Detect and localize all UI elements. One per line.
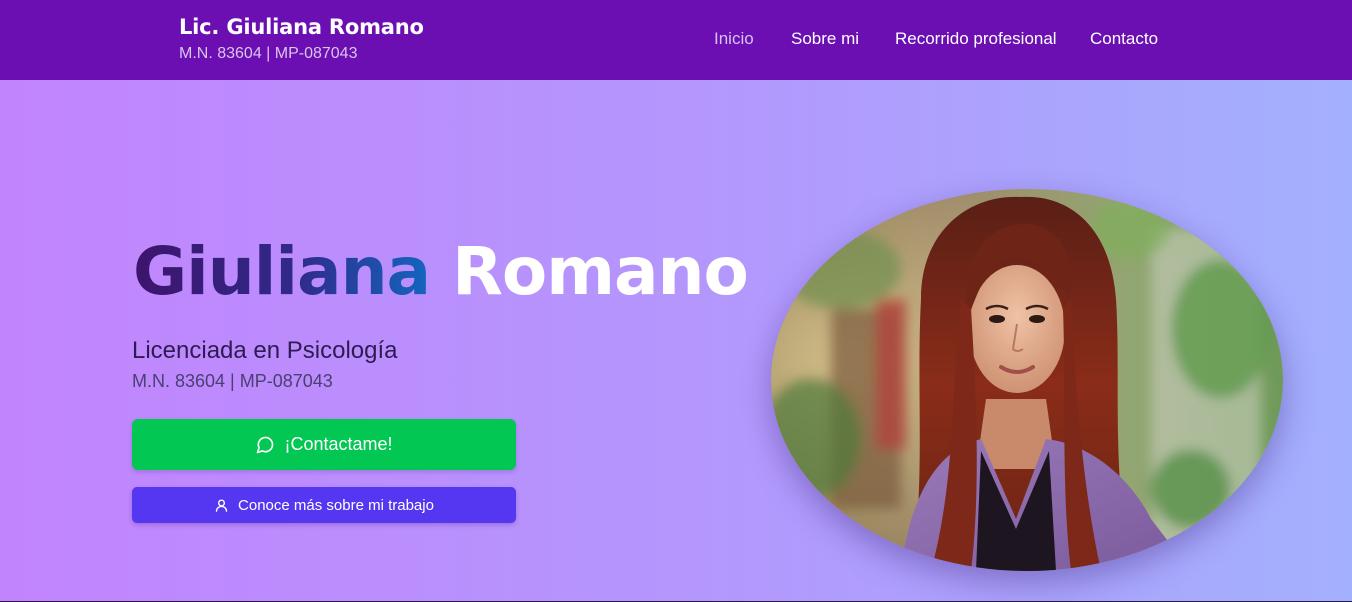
portrait-photo — [771, 189, 1283, 571]
hero-last-name: Romano — [452, 233, 749, 310]
hero-section: Giuliana Romano Licenciada en Psicología… — [0, 80, 1352, 601]
hero-title: Giuliana Romano — [133, 232, 749, 312]
contact-button-label: ¡Contactame! — [284, 434, 393, 454]
nav-links: Inicio Sobre mi Recorrido profesional Co… — [0, 28, 1352, 52]
hero-license: M.N. 83604 | MP-087043 — [132, 371, 333, 391]
hero-subtitle: Licenciada en Psicología — [132, 337, 398, 364]
nav-link-inicio[interactable]: Inicio — [714, 28, 754, 50]
nav-link-sobre-mi[interactable]: Sobre mi — [791, 28, 859, 50]
hero-first-name: Giuliana — [133, 233, 431, 310]
chat-bubble-icon — [255, 435, 275, 455]
work-button-label: Conoce más sobre mi trabajo — [238, 496, 434, 514]
work-button[interactable]: Conoce más sobre mi trabajo — [132, 487, 516, 523]
nav-link-contacto[interactable]: Contacto — [1090, 28, 1158, 50]
nav-link-recorrido-profesional[interactable]: Recorrido profesional — [895, 28, 1057, 50]
contact-button[interactable]: ¡Contactame! — [132, 419, 516, 470]
navbar: Lic. Giuliana Romano M.N. 83604 | MP-087… — [0, 0, 1352, 80]
user-icon — [214, 498, 229, 513]
